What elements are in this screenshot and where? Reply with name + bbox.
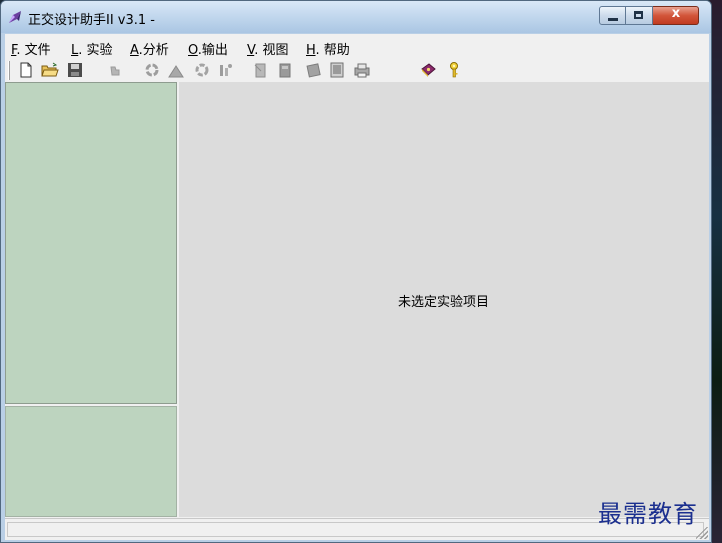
menu-file-label: . 文件 [16, 43, 51, 58]
warning-triangle-icon[interactable] [167, 61, 187, 81]
toolbar-grip[interactable] [8, 61, 10, 80]
experiment-info-panel[interactable] [5, 406, 177, 517]
title-bar[interactable]: 正交设计助手II v3.1 - x [1, 1, 711, 33]
menu-help[interactable]: H. 帮助 [306, 39, 350, 58]
minimize-button[interactable] [599, 6, 626, 25]
export-icon[interactable] [304, 61, 324, 81]
no-experiment-message: 未选定实验项目 [398, 295, 490, 310]
menu-file[interactable]: F. 文件 [11, 39, 51, 58]
menu-view[interactable]: V. 视图 [247, 39, 288, 58]
main-workspace: 未选定实验项目 [179, 82, 709, 517]
experiment-tree-panel[interactable] [5, 82, 177, 404]
about-key-icon[interactable] [446, 61, 466, 81]
page-icon[interactable] [276, 61, 296, 81]
app-window: 正交设计助手II v3.1 - x F. 文件 L. 实验 A.分析 O.输出 … [0, 0, 712, 543]
close-button[interactable]: x [653, 6, 699, 25]
menu-analysis-accel: A [130, 43, 139, 58]
recycle-icon[interactable] [143, 61, 163, 81]
recycle-gear-icon[interactable] [193, 61, 213, 81]
save-disk-icon[interactable] [66, 61, 86, 81]
close-icon: x [671, 6, 681, 21]
menu-experiment[interactable]: L. 实验 [71, 39, 113, 58]
menu-help-label: . 帮助 [315, 43, 350, 58]
menu-experiment-label: . 实验 [78, 43, 113, 58]
menu-help-accel: H [306, 43, 316, 58]
minimize-icon [608, 18, 618, 21]
maximize-icon [634, 11, 643, 19]
toolbar [5, 58, 709, 83]
menu-output[interactable]: O.输出 [188, 39, 228, 58]
menu-view-label: . 视图 [254, 43, 289, 58]
maximize-button[interactable] [626, 6, 653, 25]
window-title: 正交设计助手II v3.1 - [28, 13, 155, 28]
new-file-icon[interactable] [17, 61, 37, 81]
app-icon[interactable] [7, 9, 23, 25]
menu-output-accel: O [188, 43, 198, 58]
menu-analysis-label: .分析 [138, 43, 169, 58]
help-book-icon[interactable] [419, 61, 439, 81]
preview-icon[interactable] [328, 61, 348, 81]
open-folder-icon[interactable] [41, 61, 61, 81]
disabled-tool-icon[interactable] [106, 61, 126, 81]
document-edit-icon[interactable] [251, 61, 271, 81]
menu-bar: F. 文件 L. 实验 A.分析 O.输出 V. 视图 H. 帮助 [5, 34, 709, 58]
watermark-logo: 最需教育 [598, 500, 698, 528]
chart-icon[interactable] [216, 61, 236, 81]
client-area: F. 文件 L. 实验 A.分析 O.输出 V. 视图 H. 帮助 未选定实验项… [5, 34, 709, 540]
menu-analysis[interactable]: A.分析 [130, 39, 169, 58]
menu-output-label: .输出 [197, 43, 228, 58]
print-icon[interactable] [353, 61, 373, 81]
